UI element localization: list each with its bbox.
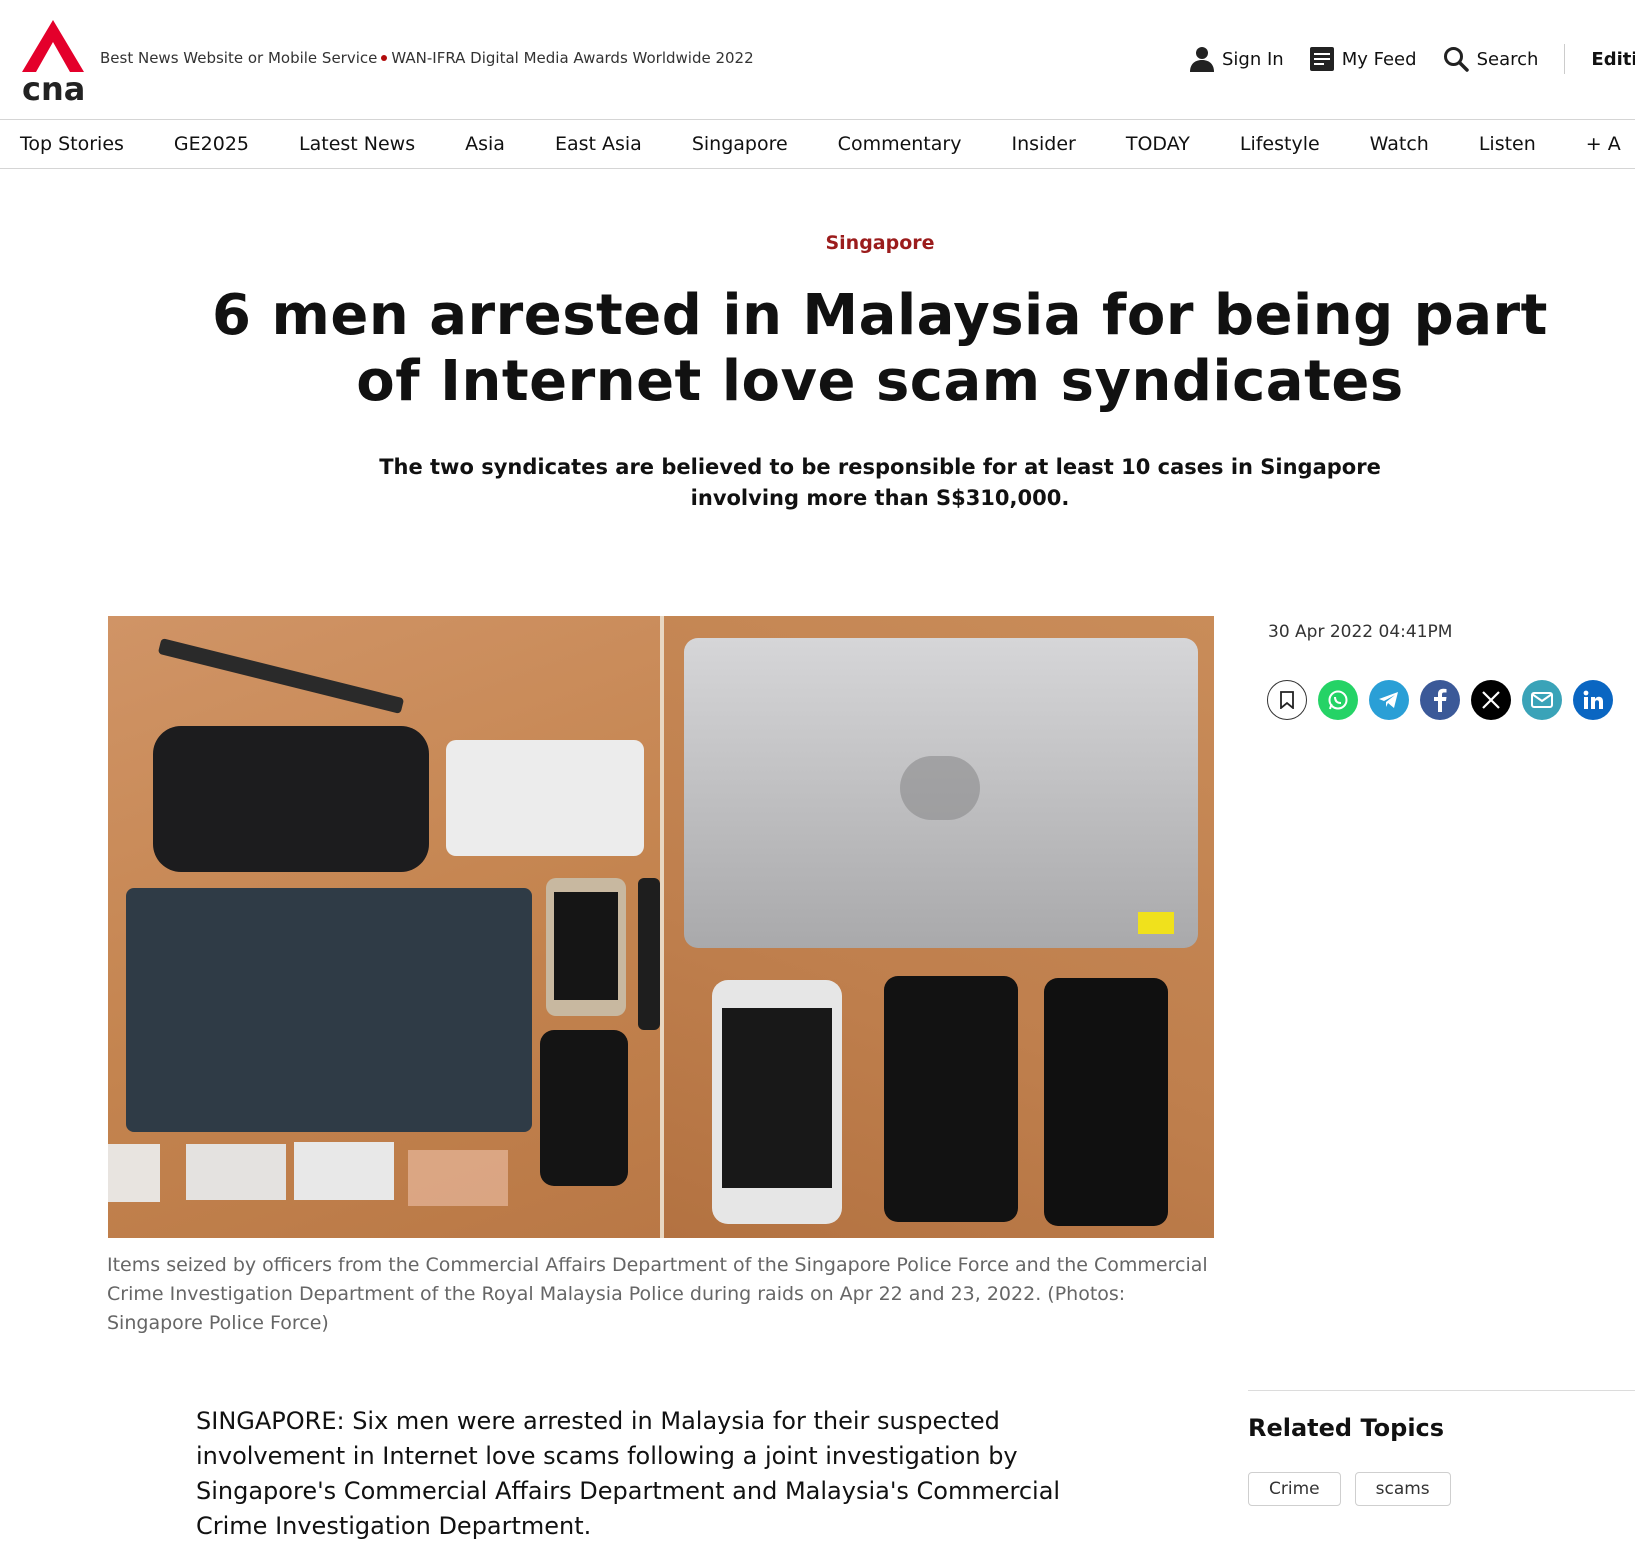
search-label: Search [1476, 48, 1539, 70]
award-part1: Best News Website or Mobile Service [100, 49, 378, 67]
tag-scams[interactable]: scams [1354, 1472, 1451, 1506]
card-2 [186, 1144, 286, 1200]
article-standfirst: The two syndicates are believed to be re… [379, 455, 1381, 510]
evidence-tag [1138, 912, 1174, 934]
publish-timestamp: 30 Apr 2022 04:41PM [1268, 622, 1453, 642]
x-icon [1482, 691, 1500, 709]
related-topics-title: Related Topics [1248, 1414, 1445, 1442]
facebook-icon [1434, 688, 1447, 712]
phone-white-screen [722, 1008, 832, 1188]
share-bar [1267, 680, 1624, 720]
phone-black [540, 1030, 628, 1186]
tablet [126, 888, 532, 1132]
nav-east-asia[interactable]: East Asia [530, 133, 667, 155]
bookmark-icon [1280, 691, 1294, 709]
edition-selector[interactable]: Editi [1591, 49, 1635, 70]
nav-top-stories[interactable]: Top Stories [0, 133, 149, 155]
article-body-paragraph: SINGAPORE: Six men were arrested in Mala… [196, 1407, 1061, 1540]
email-icon [1531, 692, 1553, 708]
phone-black-3 [1044, 978, 1168, 1226]
telegram-share-button[interactable] [1369, 680, 1409, 720]
my-feed-label: My Feed [1341, 48, 1417, 70]
award-banner: Best News Website or Mobile Service WAN-I… [100, 49, 754, 67]
related-divider [1248, 1390, 1635, 1391]
nav-listen[interactable]: Listen [1454, 133, 1561, 155]
facebook-share-button[interactable] [1420, 680, 1460, 720]
award-part2: WAN-IFRA Digital Media Awards Worldwide … [391, 49, 754, 67]
card-3 [294, 1142, 394, 1200]
nav-insider[interactable]: Insider [986, 133, 1100, 155]
related-tags: Crime scams [1248, 1472, 1465, 1506]
card-1 [108, 1144, 160, 1202]
router [446, 740, 644, 856]
pouch [153, 726, 429, 872]
my-feed-button[interactable]: My Feed [1309, 47, 1417, 71]
sign-in-label: Sign In [1222, 48, 1284, 70]
whatsapp-share-button[interactable] [1318, 680, 1358, 720]
bookmark-button[interactable] [1267, 680, 1307, 720]
nav-more[interactable]: + A [1561, 133, 1635, 155]
sign-in-button[interactable]: Sign In [1190, 46, 1284, 72]
logo-text: cna [22, 70, 84, 102]
cna-logo[interactable]: cna [22, 20, 85, 108]
photo-caption: Items seized by officers from the Commer… [107, 1254, 1208, 1334]
phone-side [638, 878, 660, 1030]
user-icon [1190, 47, 1214, 72]
article-headline: 6 men arrested in Malaysia for being par… [212, 283, 1548, 414]
phone-black-2 [884, 976, 1018, 1222]
x-share-button[interactable] [1471, 680, 1511, 720]
nav-today[interactable]: TODAY [1101, 133, 1215, 155]
header-actions: Sign In My Feed Search Editi [1190, 44, 1635, 74]
section-label[interactable]: Singapore [0, 232, 1635, 254]
linkedin-icon [1583, 690, 1603, 709]
photo-left-panel [108, 616, 660, 1238]
main-nav: Top Stories GE2025 Latest News Asia East… [0, 120, 1635, 169]
antenna [157, 637, 405, 715]
nav-watch[interactable]: Watch [1345, 133, 1454, 155]
site-header: cna Best News Website or Mobile Service W… [0, 0, 1635, 120]
search-button[interactable]: Search [1443, 46, 1539, 72]
nav-singapore[interactable]: Singapore [667, 133, 813, 155]
nav-lifestyle[interactable]: Lifestyle [1215, 133, 1345, 155]
article-photo[interactable] [108, 616, 1214, 1238]
feed-icon [1309, 47, 1334, 71]
photo-right-panel [664, 616, 1214, 1238]
phone-gold-screen [554, 892, 618, 1000]
whatsapp-icon [1328, 690, 1348, 710]
header-divider [1564, 44, 1566, 74]
nav-ge2025[interactable]: GE2025 [149, 133, 274, 155]
tag-crime[interactable]: Crime [1248, 1472, 1341, 1506]
telegram-icon [1379, 692, 1398, 708]
laptop-logo [900, 756, 980, 820]
nav-latest-news[interactable]: Latest News [274, 133, 440, 155]
linkedin-share-button[interactable] [1573, 680, 1613, 720]
award-dot [381, 55, 388, 61]
card-4 [408, 1150, 508, 1206]
nav-commentary[interactable]: Commentary [813, 133, 987, 155]
search-icon [1443, 47, 1469, 72]
email-share-button[interactable] [1522, 680, 1562, 720]
nav-asia[interactable]: Asia [440, 133, 530, 155]
